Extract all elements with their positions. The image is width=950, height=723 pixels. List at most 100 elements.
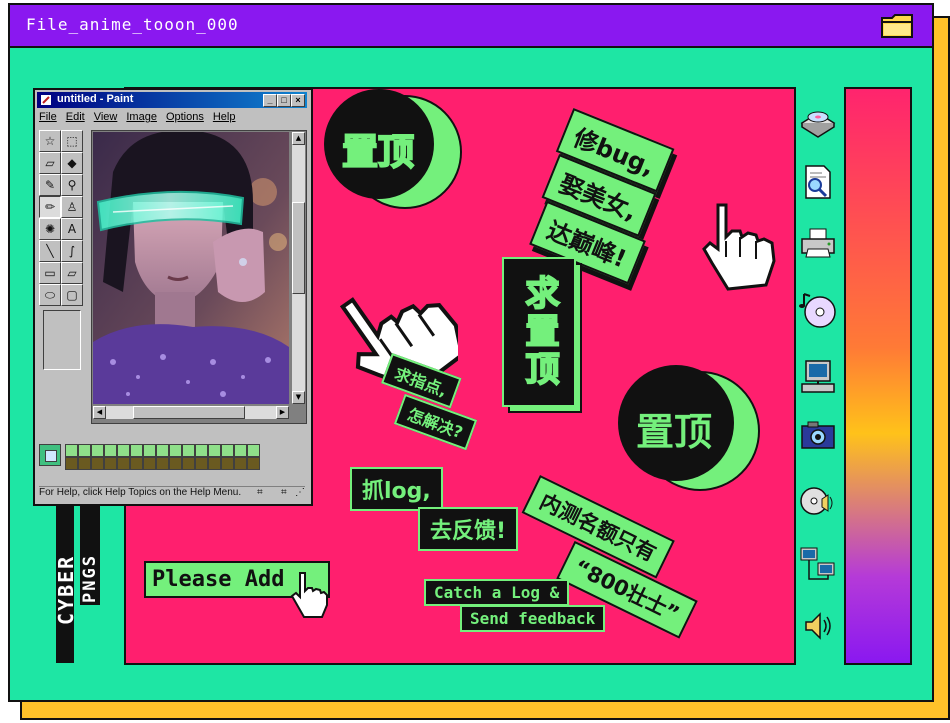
paint-title: untitled - Paint: [57, 93, 134, 105]
palette-swatch[interactable]: [78, 457, 91, 470]
palette-swatch[interactable]: [169, 457, 182, 470]
free-select-icon[interactable]: ☆: [39, 130, 61, 152]
printer-icon[interactable]: [798, 225, 838, 261]
close-button[interactable]: ×: [291, 94, 305, 107]
palette-swatch[interactable]: [78, 444, 91, 457]
palette-swatch[interactable]: [130, 444, 143, 457]
folder-icon[interactable]: [880, 12, 914, 40]
palette-swatch[interactable]: [91, 457, 104, 470]
rounded-rect-tool-icon[interactable]: ▢: [61, 284, 83, 306]
disk-drive-icon[interactable]: [798, 103, 838, 139]
pencil-icon[interactable]: ✏: [39, 196, 61, 218]
palette-swatch[interactable]: [208, 457, 221, 470]
maximize-button[interactable]: □: [277, 94, 291, 107]
click-hand-icon: [290, 572, 328, 618]
menu-options[interactable]: Options: [166, 111, 204, 123]
scroll-up-icon[interactable]: ▲: [292, 132, 305, 145]
menu-edit[interactable]: Edit: [66, 111, 85, 123]
scroll-thumb[interactable]: [292, 202, 305, 294]
palette-swatch[interactable]: [117, 444, 130, 457]
eraser-icon[interactable]: ▱: [39, 152, 61, 174]
rectangle-tool-icon[interactable]: ▭: [39, 262, 61, 284]
palette-swatch[interactable]: [182, 444, 195, 457]
palette-swatch[interactable]: [117, 457, 130, 470]
music-cd-icon[interactable]: [798, 290, 838, 330]
scroll-right-icon[interactable]: ▶: [276, 406, 289, 419]
palette-swatch[interactable]: [221, 457, 234, 470]
brush-icon[interactable]: ♙: [61, 196, 83, 218]
palette-swatch[interactable]: [143, 444, 156, 457]
scroll-down-icon[interactable]: ▼: [292, 391, 305, 404]
brand-line1: CYBER: [54, 554, 78, 625]
paint-status-bar: For Help, click Help Topics on the Help …: [39, 486, 305, 501]
camera-icon[interactable]: [798, 418, 838, 454]
title-bar[interactable]: File_anime_tooon_000: [10, 5, 932, 48]
palette-swatch[interactable]: [65, 457, 78, 470]
line-tool-icon[interactable]: ╲: [39, 240, 61, 262]
anime-photo[interactable]: [93, 132, 289, 404]
polygon-tool-icon[interactable]: ▱: [61, 262, 83, 284]
palette-swatch[interactable]: [247, 457, 260, 470]
paint-title-bar[interactable]: untitled - Paint _ □ ×: [37, 92, 307, 108]
background-color-swatch[interactable]: [45, 450, 57, 462]
network-icon[interactable]: [798, 545, 838, 585]
hscroll-thumb[interactable]: [133, 406, 245, 419]
cyber-pngs-brand: CYBER PNGS: [54, 505, 104, 663]
palette-swatch[interactable]: [195, 444, 208, 457]
airbrush-icon[interactable]: ✺: [39, 218, 61, 240]
paint-menu-bar: File Edit View Image Options Help: [39, 111, 235, 123]
size-icon: ⌗: [281, 487, 287, 498]
magnifier-icon[interactable]: ⚲: [61, 174, 83, 196]
log-line2: 去反馈!: [418, 507, 519, 551]
palette-swatch[interactable]: [182, 457, 195, 470]
catch-line2: Send feedback: [460, 605, 606, 632]
palette-swatch[interactable]: [234, 444, 247, 457]
color-picker-icon[interactable]: ✎: [39, 174, 61, 196]
window-title: File_anime_tooon_000: [26, 15, 239, 34]
fill-bucket-icon[interactable]: ◆: [61, 152, 83, 174]
palette-swatch[interactable]: [221, 444, 234, 457]
palette-swatch[interactable]: [104, 444, 117, 457]
tool-options-box[interactable]: [43, 310, 81, 370]
palette-swatch[interactable]: [195, 457, 208, 470]
ellipse-tool-icon[interactable]: ⬭: [39, 284, 61, 306]
paint-window[interactable]: untitled - Paint _ □ × File Edit View Im…: [33, 88, 313, 506]
catch-line1: Catch a Log &: [424, 579, 570, 606]
palette-swatch[interactable]: [65, 444, 78, 457]
pin-top-badge-right-text: 置顶: [636, 410, 713, 454]
search-document-icon[interactable]: [798, 163, 838, 201]
minimize-button[interactable]: _: [263, 94, 277, 107]
computer-icon[interactable]: [798, 358, 838, 396]
curve-tool-icon[interactable]: ∫: [61, 240, 83, 262]
palette-swatch[interactable]: [247, 444, 260, 457]
palette-swatch[interactable]: [208, 444, 221, 457]
palette-swatch[interactable]: [169, 444, 182, 457]
palette-swatch[interactable]: [156, 457, 169, 470]
palette-swatch[interactable]: [104, 457, 117, 470]
menu-file[interactable]: File: [39, 111, 57, 123]
horizontal-scrollbar[interactable]: ◀ ▶: [93, 406, 289, 419]
rect-select-icon[interactable]: ⬚: [61, 130, 83, 152]
palette-swatch[interactable]: [130, 457, 143, 470]
menu-help[interactable]: Help: [213, 111, 236, 123]
palette-swatch[interactable]: [143, 457, 156, 470]
menu-image[interactable]: Image: [126, 111, 157, 123]
cd-speaker-icon[interactable]: [798, 481, 838, 521]
status-text: For Help, click Help Topics on the Help …: [39, 487, 242, 498]
speaker-icon[interactable]: [798, 608, 838, 644]
position-icon: ⌗: [257, 487, 263, 498]
vertical-scrollbar[interactable]: ▲ ▼: [292, 132, 305, 404]
resize-grip-icon[interactable]: ⋰: [295, 487, 305, 498]
palette-swatch[interactable]: [91, 444, 104, 457]
brand-line2: PNGS: [80, 554, 100, 603]
hand-cursor-icon: [702, 203, 776, 291]
menu-view[interactable]: View: [94, 111, 118, 123]
palette-swatch[interactable]: [234, 457, 247, 470]
vertical-pin-badge[interactable]: 求置顶: [502, 257, 576, 407]
main-window: File_anime_tooon_000 CYBER PNGS untitled…: [8, 3, 934, 702]
palette-swatch[interactable]: [156, 444, 169, 457]
scroll-left-icon[interactable]: ◀: [93, 406, 106, 419]
text-tool-icon[interactable]: A: [61, 218, 83, 240]
paint-app-icon: [41, 95, 51, 105]
pin-top-badge-text: 置顶: [341, 131, 415, 174]
